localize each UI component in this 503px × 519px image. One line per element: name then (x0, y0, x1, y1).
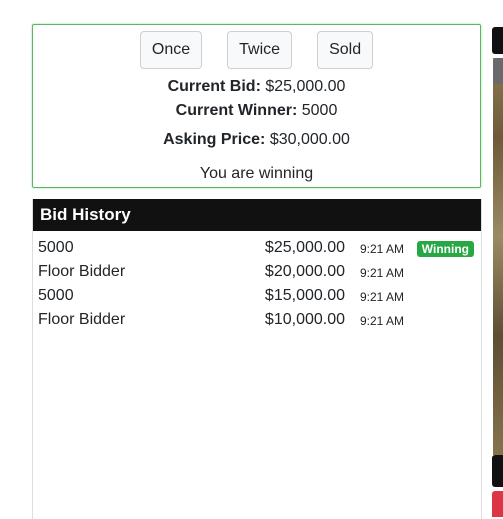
bid-history-row: Floor Bidder $20,000.00 9:21 AM (33, 260, 481, 284)
asking-price-label: Asking Price: (163, 131, 266, 148)
bidder-name: 5000 (38, 287, 74, 304)
bidder-name: 5000 (38, 239, 74, 256)
winning-status-message: You are winning (199, 165, 314, 182)
current-bid-label: Current Bid: (167, 78, 261, 95)
bid-amount: $20,000.00 (264, 263, 345, 280)
twice-button[interactable]: Twice (227, 31, 293, 69)
bidder-name: Floor Bidder (38, 311, 126, 328)
bidder-name: Floor Bidder (38, 263, 126, 280)
bid-amount: $25,000.00 (264, 239, 345, 256)
sold-button[interactable]: Sold (317, 31, 374, 69)
bid-amount: $10,000.00 (264, 311, 345, 328)
auction-call-buttons: Once Twice Sold (33, 31, 480, 69)
lot-photo-edge (493, 58, 503, 455)
bid-history-panel: Bid History 5000 $25,000.00 9:21 AM Winn… (32, 199, 482, 519)
current-bid-value: $25,000.00 (265, 78, 346, 95)
auction-status-card: Once Twice Sold Current Bid: $25,000.00 … (32, 24, 481, 188)
winning-badge: Winning (416, 241, 474, 257)
photo-control-edge[interactable] (493, 58, 503, 84)
bid-history-list: 5000 $25,000.00 9:21 AM Winning Floor Bi… (33, 231, 481, 332)
bid-history-row: 5000 $25,000.00 9:21 AM Winning (33, 236, 481, 260)
current-bid-line: Current Bid: $25,000.00 (33, 78, 480, 96)
bid-history-title: Bid History (33, 199, 481, 231)
current-winner-value: 5000 (301, 102, 338, 119)
adjacent-panel-header (492, 27, 503, 54)
bid-history-row: 5000 $15,000.00 9:21 AM (33, 284, 481, 308)
once-button[interactable]: Once (139, 31, 203, 69)
bid-time: 9:21 AM (359, 242, 404, 256)
asking-price-line: Asking Price: $30,000.00 (33, 131, 480, 149)
bid-time: 9:21 AM (359, 266, 404, 280)
bid-time: 9:21 AM (359, 290, 404, 304)
bid-amount: $15,000.00 (264, 287, 345, 304)
current-winner-line: Current Winner: 5000 (33, 102, 480, 120)
current-winner-label: Current Winner: (175, 102, 298, 119)
bid-history-row: Floor Bidder $10,000.00 9:21 AM (33, 308, 481, 332)
bid-time: 9:21 AM (359, 314, 404, 328)
adjacent-dark-button-edge[interactable] (492, 455, 503, 487)
adjacent-red-button-edge[interactable] (492, 491, 503, 517)
asking-price-value: $30,000.00 (269, 131, 350, 148)
